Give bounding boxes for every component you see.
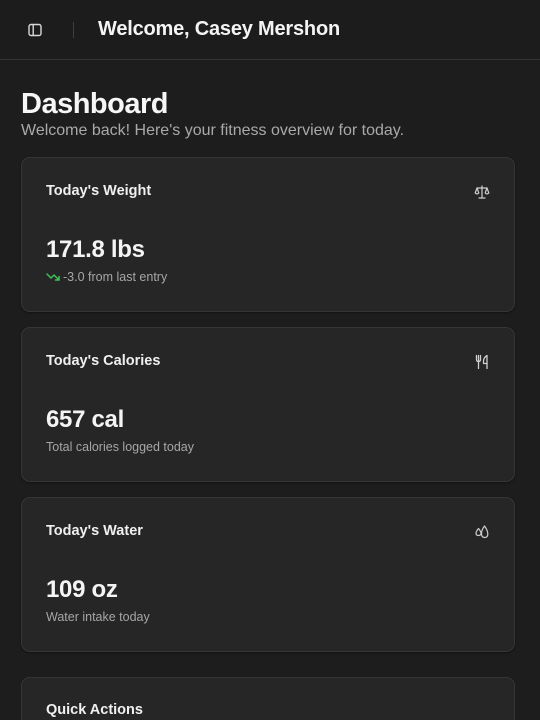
weight-change: -3.0 from last entry xyxy=(46,270,167,284)
top-bar: Welcome, Casey Mershon xyxy=(0,0,540,60)
calories-value: 657 cal xyxy=(46,406,124,433)
weight-card: Today's Weight 171.8 lbs -3.0 from last … xyxy=(21,157,515,312)
main-content: Dashboard Welcome back! Here's your fitn… xyxy=(0,88,540,720)
calories-card-title: Today's Calories xyxy=(46,353,161,369)
water-value: 109 oz xyxy=(46,576,118,603)
trending-down-icon xyxy=(46,273,60,281)
page-subtitle: Welcome back! Here's your fitness overvi… xyxy=(21,122,405,139)
header-divider xyxy=(73,21,74,38)
utensils-icon xyxy=(475,354,488,370)
calories-caption: Total calories logged today xyxy=(46,440,195,454)
weight-value: 171.8 lbs xyxy=(46,236,145,263)
weight-card-title: Today's Weight xyxy=(46,183,152,199)
water-caption: Water intake today xyxy=(46,610,150,624)
sidebar-toggle-button[interactable] xyxy=(26,21,44,39)
droplets-icon xyxy=(475,525,489,539)
quick-actions-title: Quick Actions xyxy=(46,702,143,718)
calories-card: Today's Calories 657 cal Total calories … xyxy=(21,327,515,482)
page-title: Dashboard xyxy=(21,88,168,120)
quick-actions-card: Quick Actions xyxy=(21,677,515,720)
water-card-title: Today's Water xyxy=(46,523,143,539)
weight-change-text: -3.0 from last entry xyxy=(63,270,168,284)
scale-icon xyxy=(474,185,490,199)
water-card: Today's Water 109 oz Water intake today xyxy=(21,497,515,652)
welcome-heading: Welcome, Casey Mershon xyxy=(98,18,340,40)
panel-left-icon xyxy=(28,23,42,36)
